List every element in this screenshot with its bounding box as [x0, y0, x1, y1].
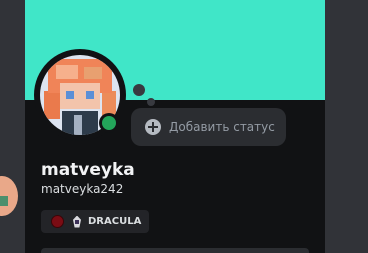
thought-bubble-dot	[147, 98, 155, 106]
guild-tag[interactable]: DRACULA	[41, 210, 150, 233]
avatar-frame	[34, 49, 126, 141]
online-status-icon	[99, 113, 119, 133]
guild-tag-label: DRACULA	[88, 216, 142, 227]
add-status-button[interactable]: Добавить статус	[131, 108, 286, 146]
add-status-label: Добавить статус	[169, 120, 275, 134]
thought-bubble-dot	[133, 84, 145, 96]
guild-color-dot	[51, 215, 64, 228]
avatar-pixel	[74, 115, 82, 135]
dracula-guild-icon	[71, 215, 83, 229]
username[interactable]: matveyka242	[41, 182, 123, 196]
avatar-pixel	[86, 91, 94, 99]
avatar-pixel	[84, 67, 102, 79]
avatar-pixel	[44, 91, 60, 119]
message-input-bar[interactable]	[41, 248, 309, 253]
avatar-pixel	[0, 196, 8, 206]
user-profile-popout: Добавить статус matveyka matveyka242 DRA…	[25, 0, 325, 253]
display-name: matveyka	[41, 160, 135, 180]
avatar-pixel	[66, 91, 74, 99]
avatar-pixel	[56, 65, 78, 79]
server-member-avatar[interactable]	[0, 176, 18, 216]
plus-circle-icon	[145, 119, 161, 135]
